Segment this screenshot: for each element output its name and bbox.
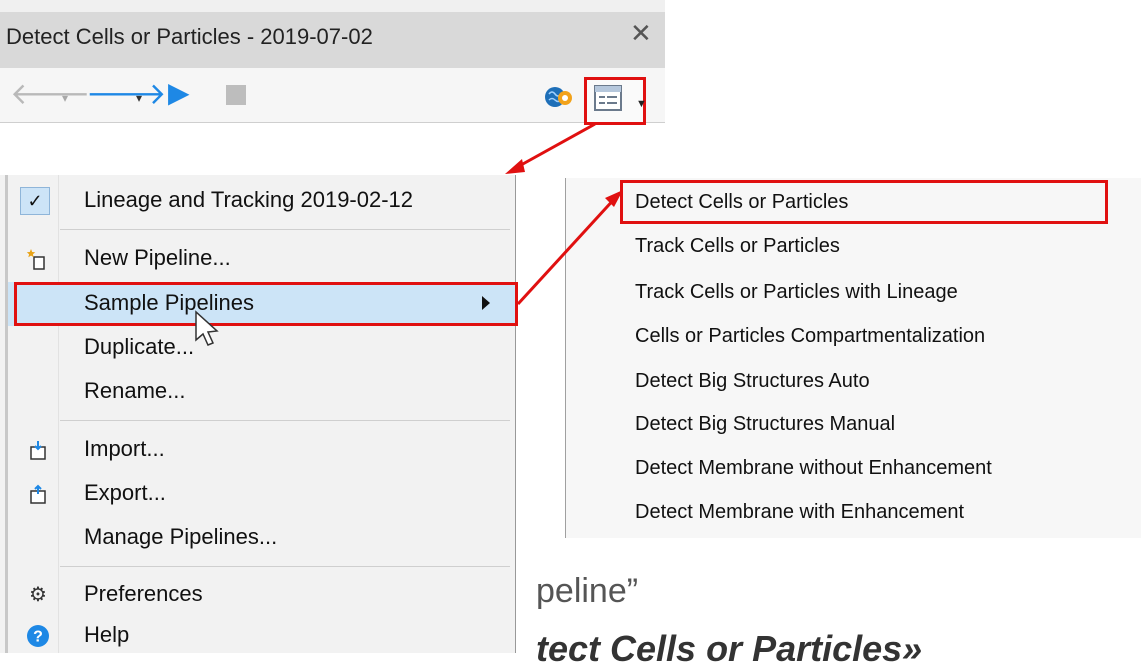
menu-item-help[interactable]: ? Help [8,614,515,658]
checkmark-icon: ✓ [20,187,50,215]
new-pipeline-icon [26,249,45,270]
menu-item-import[interactable]: Import... [8,428,515,472]
export-icon [30,484,46,504]
menu-separator [60,566,510,567]
menu-item-label: Preferences [84,581,203,606]
help-icon: ? [27,625,49,647]
menu-item-label: Lineage and Tracking 2019-02-12 [84,187,414,212]
svg-text:?: ? [33,629,43,646]
chevron-down-icon: ▼ [636,98,647,110]
arrow-left-icon[interactable]: 🡐 [10,80,90,110]
submenu-item-membrane-no-enhancement[interactable]: Detect Membrane without Enhancement [635,457,992,480]
chevron-down-icon[interactable]: ▾ [62,91,68,105]
menu-item-rename[interactable]: Rename... [8,370,515,414]
menu-item-manage-pipelines[interactable]: Manage Pipelines... [8,516,515,560]
gear-icon: ⚙ [29,584,47,606]
menu-item-label: Manage Pipelines... [84,524,278,549]
play-icon[interactable]: ▶ [168,79,190,107]
arrow-right-icon[interactable]: 🡒 [86,80,166,110]
menu-item-label: Import... [84,436,165,461]
slide-text: peline” [536,572,639,610]
submenu-item-membrane-enhancement[interactable]: Detect Membrane with Enhancement [635,501,964,524]
stop-icon[interactable] [226,85,246,105]
sample-pipelines-submenu [565,178,1141,538]
menu-item-label: Rename... [84,378,186,403]
arrow-pipeline-to-menu [505,122,596,174]
submenu-item-big-structures-manual[interactable]: Detect Big Structures Manual [635,413,895,436]
menu-item-export[interactable]: Export... [8,472,515,516]
slide-text: tect Cells or Particles» [536,628,923,669]
menu-item-label: Help [84,622,130,647]
menu-item-new-pipeline[interactable]: New Pipeline... [8,237,515,281]
highlight-box-sample-pipelines [14,282,518,326]
menu-item-duplicate[interactable]: Duplicate... [8,326,515,370]
submenu-item-compartmentalization[interactable]: Cells or Particles Compartmentalization [635,325,985,348]
import-icon [30,441,46,460]
chevron-down-icon[interactable]: ▾ [136,91,142,105]
menu-item-label: New Pipeline... [84,245,231,270]
menu-item-current-pipeline[interactable]: ✓ Lineage and Tracking 2019-02-12 [8,179,515,223]
menu-separator [60,420,510,421]
window-title: Detect Cells or Particles - 2019-07-02 [6,24,373,49]
submenu-item-big-structures-auto[interactable]: Detect Big Structures Auto [635,370,870,393]
brain-gear-icon[interactable] [544,82,574,112]
highlight-box-detect-cells [620,180,1108,224]
close-icon[interactable]: ✕ [630,20,652,46]
pipeline-menu-icon [594,85,622,111]
menu-separator [60,229,510,230]
submenu-item-track-lineage[interactable]: Track Cells or Particles with Lineage [635,281,958,304]
submenu-item-track-cells[interactable]: Track Cells or Particles [635,235,840,258]
menu-item-preferences[interactable]: ⚙ Preferences [8,573,515,617]
menu-item-label: Duplicate... [84,334,195,359]
menu-item-label: Export... [84,480,166,505]
